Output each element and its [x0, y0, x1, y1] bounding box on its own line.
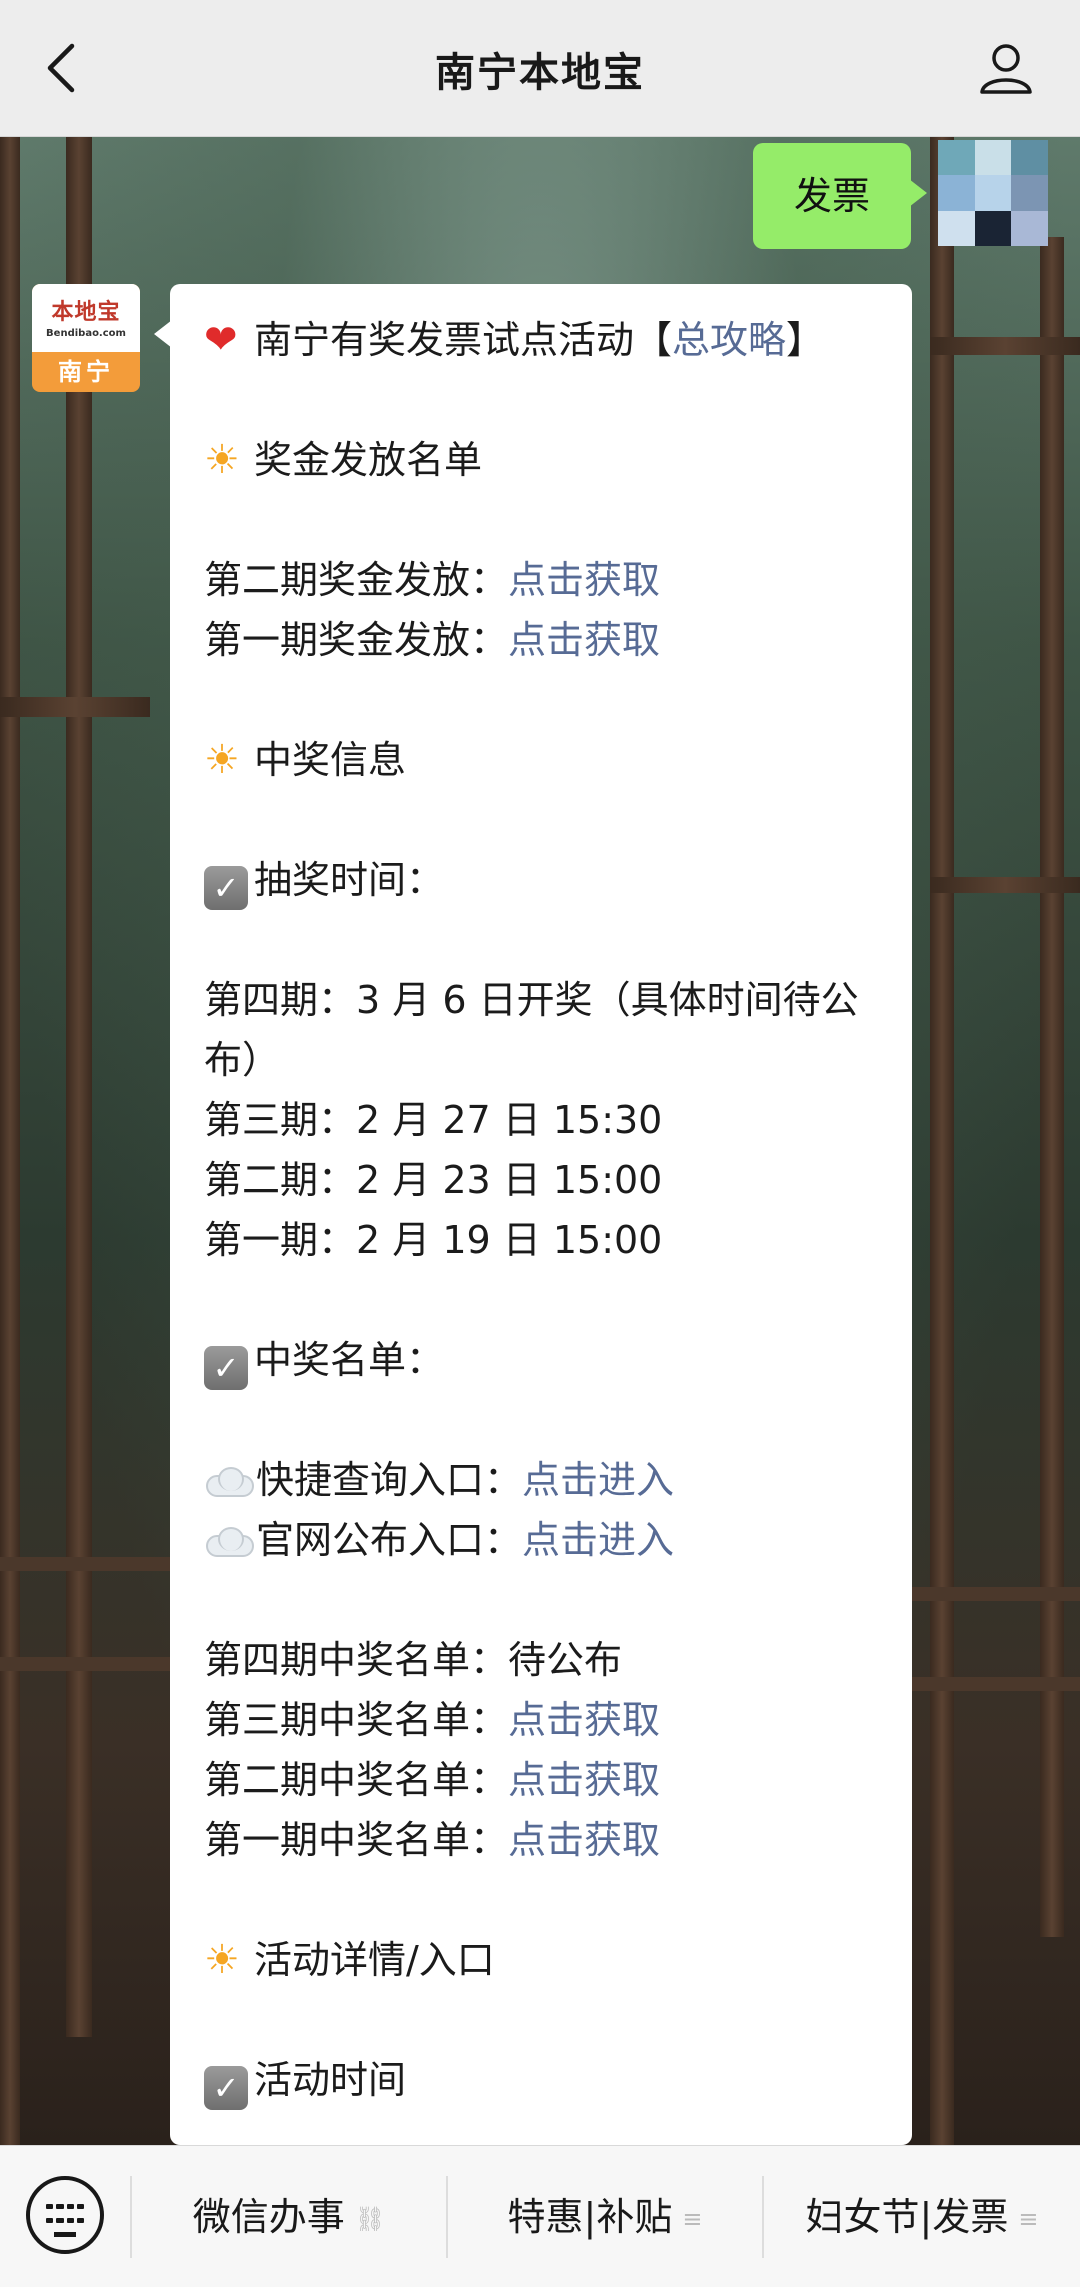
- menu-icon: ≡: [1018, 2205, 1039, 2233]
- cloud-icon: [204, 1527, 254, 1557]
- my-avatar[interactable]: [938, 140, 1048, 246]
- official-link[interactable]: 点击进入: [522, 1518, 674, 1562]
- section-heading-prizes: ☀ 奖金发放名单: [204, 430, 878, 490]
- page-title: 南宁本地宝: [435, 50, 645, 96]
- winners-round3-link[interactable]: 点击获取: [508, 1698, 660, 1742]
- menu-icon: ≡: [682, 2205, 703, 2233]
- bottom-menu-bar: 微信办事 ⛓ 特惠|补贴 ≡ 妇女节|发票 ≡: [0, 2145, 1080, 2287]
- winners-heading: ✓ 中奖名单：: [204, 1330, 878, 1390]
- bot-logo-text: 本地宝: [51, 300, 121, 325]
- prize-round1-link[interactable]: 点击获取: [508, 618, 660, 662]
- sun-icon: ☀: [204, 437, 240, 483]
- section-heading-activity: ☀ 活动详情/入口: [204, 1930, 878, 1990]
- sent-message-bubble[interactable]: 发票: [753, 143, 927, 249]
- menu-item-womens-day-invoice[interactable]: 妇女节|发票 ≡: [764, 2146, 1080, 2287]
- menu-item-offers-subsidies[interactable]: 特惠|补贴 ≡: [448, 2146, 762, 2287]
- sun-icon: ☀: [204, 737, 240, 783]
- winners-round1-row: 第一期中奖名单：点击获取: [204, 1818, 661, 1862]
- draw-time-heading: ✓ 抽奖时间：: [204, 850, 878, 910]
- heart-icon: ❤: [204, 317, 238, 363]
- prize-round2-row: 第二期奖金发放：点击获取: [204, 558, 661, 602]
- article-title: ❤ 南宁有奖发票试点活动【总攻略】: [204, 310, 878, 370]
- guide-link[interactable]: 总攻略: [672, 318, 786, 362]
- winners-round2-link[interactable]: 点击获取: [508, 1758, 660, 1802]
- bot-logo-url: Bendibao.com: [46, 328, 126, 339]
- checkbox-icon: ✓: [204, 1346, 248, 1390]
- checkbox-icon: ✓: [204, 866, 248, 910]
- checkbox-icon: ✓: [204, 2066, 248, 2110]
- top-nav-bar: 南宁本地宝: [0, 0, 1080, 137]
- winners-round2-row: 第二期中奖名单：点击获取: [204, 1758, 661, 1802]
- activity-time-heading: ✓ 活动时间: [204, 2050, 878, 2110]
- winners-round1-link[interactable]: 点击获取: [508, 1818, 660, 1862]
- cloud-icon: [204, 1467, 254, 1497]
- link-icon: ⛓: [354, 2205, 386, 2233]
- bot-avatar[interactable]: 本地宝 Bendibao.com 南宁: [32, 284, 140, 392]
- bot-avatar-city: 南宁: [58, 358, 114, 386]
- draw-round3: 第三期：2 月 27 日 15:30: [204, 1098, 663, 1142]
- profile-icon[interactable]: [976, 38, 1036, 98]
- received-message-bubble: ❤ 南宁有奖发票试点活动【总攻略】 ☀ 奖金发放名单 第二期奖金发放：点击获取 第一…: [170, 284, 912, 2145]
- section-heading-winning-info: ☀ 中奖信息: [204, 730, 878, 790]
- bot-avatar-logo: 本地宝 Bendibao.com: [32, 284, 140, 352]
- sun-icon: ☀: [204, 1937, 240, 1983]
- menu-item-wechat-services[interactable]: 微信办事 ⛓: [132, 2146, 446, 2287]
- winners-round4-row: 第四期中奖名单：待公布: [204, 1638, 623, 1682]
- keyboard-icon[interactable]: [26, 2176, 104, 2254]
- official-row: 官网公布入口：点击进入: [204, 1510, 878, 1570]
- quick-query-link[interactable]: 点击进入: [522, 1458, 674, 1502]
- winners-round3-row: 第三期中奖名单：点击获取: [204, 1698, 661, 1742]
- prize-round1-row: 第一期奖金发放：点击获取: [204, 618, 661, 662]
- draw-round4: 第四期：3 月 6 日开奖（具体时间待公布）: [204, 978, 859, 1082]
- draw-round1: 第一期：2 月 19 日 15:00: [204, 1218, 663, 1262]
- prize-round2-link[interactable]: 点击获取: [508, 558, 660, 602]
- draw-round2: 第二期：2 月 23 日 15:00: [204, 1158, 663, 1202]
- quick-query-row: 快捷查询入口：点击进入: [204, 1450, 878, 1510]
